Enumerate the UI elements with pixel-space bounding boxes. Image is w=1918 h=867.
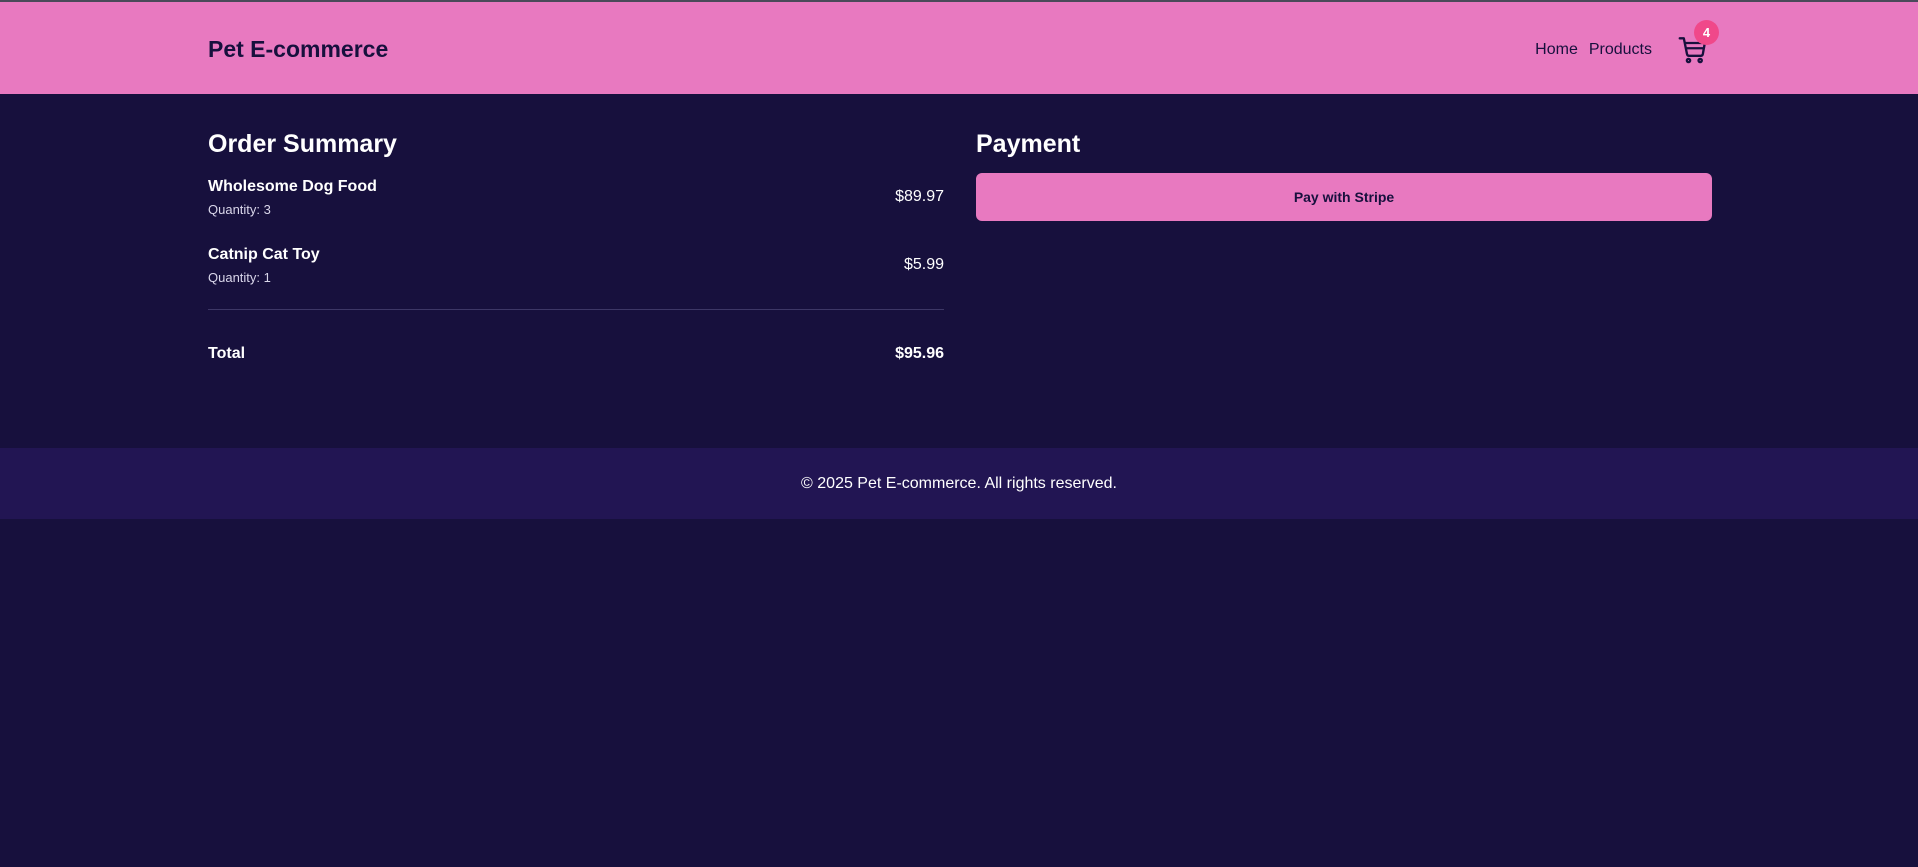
order-total-label: Total xyxy=(208,345,246,362)
main-nav: Home Products 4 xyxy=(1535,20,1719,78)
nav-link-home[interactable]: Home xyxy=(1535,41,1578,59)
site-header: Pet E-commerce Home Products 4 xyxy=(0,2,1918,94)
order-item-price: $89.97 xyxy=(895,188,944,205)
order-item-quantity: Quantity: 1 xyxy=(208,269,271,285)
brand-logo-link[interactable]: Pet E-commerce xyxy=(208,36,388,63)
order-item-details: Wholesome Dog Food Quantity: 3 xyxy=(208,178,377,217)
order-total-row: Total $95.96 xyxy=(208,345,944,363)
site-footer: © 2025 Pet E-commerce. All rights reserv… xyxy=(0,448,1918,519)
order-item-price: $5.99 xyxy=(903,256,944,273)
order-summary-section: Order Summary Wholesome Dog Food Quantit… xyxy=(208,130,944,363)
order-total-value: $95.96 xyxy=(895,345,944,362)
pay-with-stripe-button[interactable]: Pay with Stripe xyxy=(976,173,1712,221)
order-item-name: Catnip Cat Toy xyxy=(208,245,320,263)
order-item: Catnip Cat Toy Quantity: 1 $5.99 xyxy=(208,241,944,289)
payment-section: Payment Pay with Stripe xyxy=(976,130,1712,221)
order-item: Wholesome Dog Food Quantity: 3 $89.97 xyxy=(208,173,944,221)
order-item-details: Catnip Cat Toy Quantity: 1 xyxy=(208,246,320,285)
footer-copyright: © 2025 Pet E-commerce. All rights reserv… xyxy=(801,474,1117,492)
order-item-name: Wholesome Dog Food xyxy=(208,177,377,195)
checkout-main: Order Summary Wholesome Dog Food Quantit… xyxy=(0,94,1918,448)
nav-link-products[interactable]: Products xyxy=(1589,41,1652,59)
cart-button[interactable]: 4 xyxy=(1678,20,1719,64)
order-items-list: Wholesome Dog Food Quantity: 3 $89.97 Ca… xyxy=(208,173,944,289)
order-summary-title: Order Summary xyxy=(208,130,397,158)
summary-divider xyxy=(208,309,944,310)
order-item-quantity: Quantity: 3 xyxy=(208,201,271,217)
cart-count-badge: 4 xyxy=(1694,20,1719,45)
payment-title: Payment xyxy=(976,130,1081,158)
